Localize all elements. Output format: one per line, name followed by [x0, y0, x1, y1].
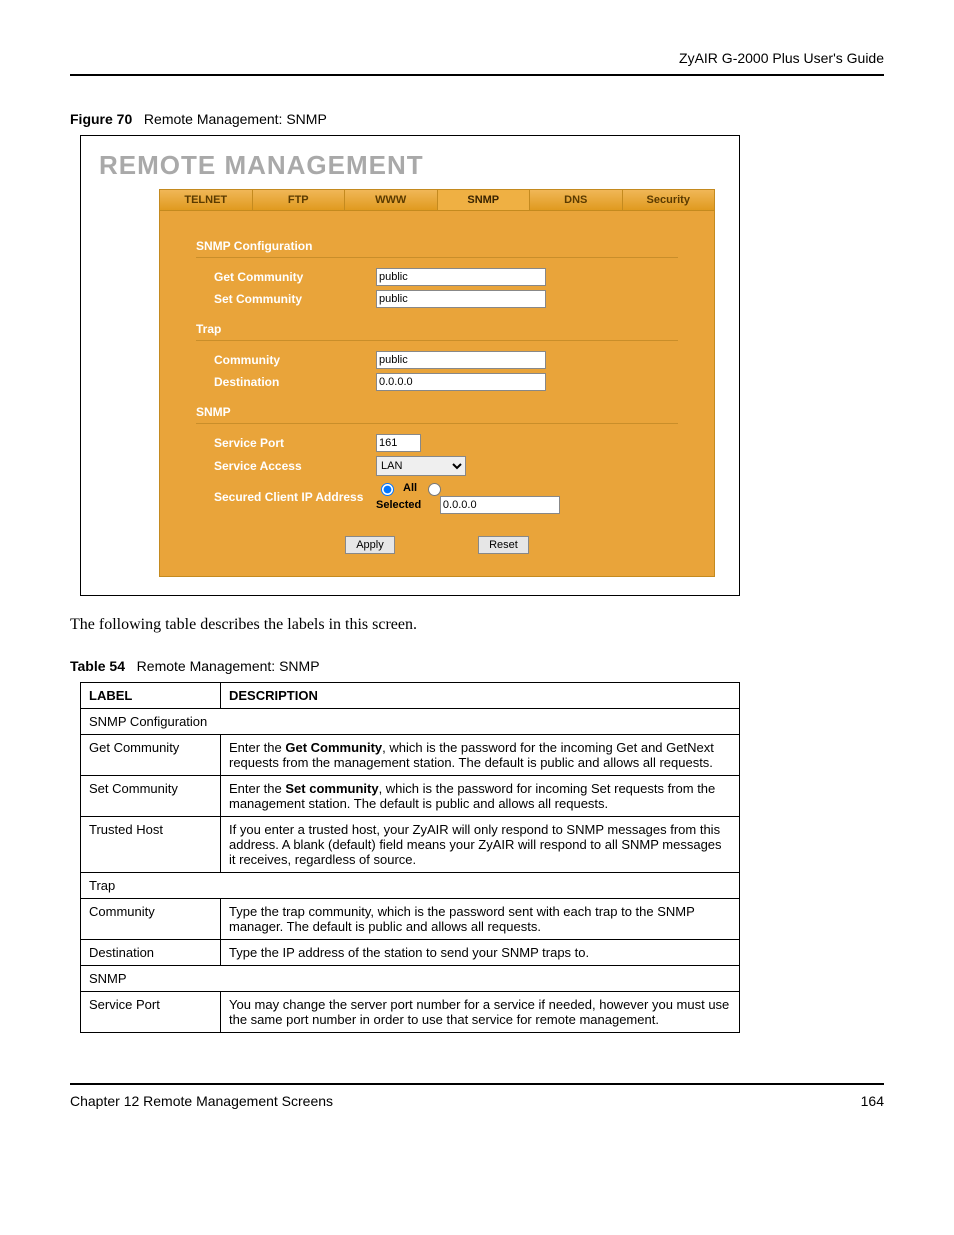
tab-dns[interactable]: DNS	[530, 190, 623, 210]
table-row: Trusted HostIf you enter a trusted host,…	[81, 817, 740, 873]
table-desc-cell: Type the trap community, which is the pa…	[221, 899, 740, 940]
table-section-cell: SNMP	[81, 966, 740, 992]
radio-selected-label: Selected	[376, 499, 421, 511]
table-label-cell: Service Port	[81, 992, 221, 1033]
table-row: Get CommunityEnter the Get Community, wh…	[81, 735, 740, 776]
tab-snmp[interactable]: SNMP	[438, 190, 531, 210]
select-service-access[interactable]: LAN	[376, 456, 466, 476]
input-trap-community[interactable]	[376, 351, 546, 369]
radio-selected[interactable]	[428, 483, 441, 496]
body-paragraph: The following table describes the labels…	[70, 616, 884, 634]
reset-button[interactable]: Reset	[478, 536, 529, 554]
label-trap-community: Community	[196, 353, 376, 367]
table-row: Set CommunityEnter the Set community, wh…	[81, 776, 740, 817]
apply-button[interactable]: Apply	[345, 536, 395, 554]
figure-label: Figure 70	[70, 111, 132, 127]
page-footer: Chapter 12 Remote Management Screens 164	[70, 1083, 884, 1109]
figure-title: Remote Management: SNMP	[144, 111, 327, 127]
table-label-cell: Destination	[81, 940, 221, 966]
table-section-cell: SNMP Configuration	[81, 709, 740, 735]
document-header: ZyAIR G-2000 Plus User's Guide	[70, 50, 884, 76]
radio-all[interactable]	[381, 483, 394, 496]
table-desc-cell: Enter the Set community, which is the pa…	[221, 776, 740, 817]
section-snmp: SNMP	[196, 405, 678, 424]
screenshot-panel: REMOTE MANAGEMENT TELNET FTP WWW SNMP DN…	[80, 135, 740, 596]
tab-security[interactable]: Security	[623, 190, 715, 210]
table-label-cell: Get Community	[81, 735, 221, 776]
tab-www[interactable]: WWW	[345, 190, 438, 210]
input-get-community[interactable]	[376, 268, 546, 286]
label-trap-destination: Destination	[196, 375, 376, 389]
label-service-access: Service Access	[196, 459, 376, 473]
tab-bar: TELNET FTP WWW SNMP DNS Security	[159, 189, 715, 211]
input-set-community[interactable]	[376, 290, 546, 308]
description-table: LABEL DESCRIPTION SNMP ConfigurationGet …	[80, 682, 740, 1033]
table-desc-cell: Enter the Get Community, which is the pa…	[221, 735, 740, 776]
input-service-port[interactable]	[376, 434, 421, 452]
page-title: REMOTE MANAGEMENT	[99, 150, 721, 181]
label-set-community: Set Community	[196, 292, 376, 306]
table-row: SNMP	[81, 966, 740, 992]
table-row: Trap	[81, 873, 740, 899]
table-desc-cell: If you enter a trusted host, your ZyAIR …	[221, 817, 740, 873]
radio-all-label: All	[403, 482, 417, 494]
th-label: LABEL	[81, 683, 221, 709]
table-label-cell: Set Community	[81, 776, 221, 817]
table-row: Service PortYou may change the server po…	[81, 992, 740, 1033]
table-row: CommunityType the trap community, which …	[81, 899, 740, 940]
figure-caption: Figure 70 Remote Management: SNMP	[70, 111, 884, 127]
form-panel: SNMP Configuration Get Community Set Com…	[159, 211, 715, 577]
table-caption: Table 54 Remote Management: SNMP	[70, 658, 884, 674]
input-trap-destination[interactable]	[376, 373, 546, 391]
label-service-port: Service Port	[196, 436, 376, 450]
section-trap: Trap	[196, 322, 678, 341]
table-label-cell: Trusted Host	[81, 817, 221, 873]
input-selected-ip[interactable]	[440, 496, 560, 514]
footer-chapter: Chapter 12 Remote Management Screens	[70, 1093, 333, 1109]
section-snmp-config: SNMP Configuration	[196, 239, 678, 258]
tab-telnet[interactable]: TELNET	[160, 190, 253, 210]
th-description: DESCRIPTION	[221, 683, 740, 709]
table-title: Remote Management: SNMP	[137, 658, 320, 674]
table-section-cell: Trap	[81, 873, 740, 899]
label-get-community: Get Community	[196, 270, 376, 284]
table-desc-cell: You may change the server port number fo…	[221, 992, 740, 1033]
table-desc-cell: Type the IP address of the station to se…	[221, 940, 740, 966]
table-label: Table 54	[70, 658, 125, 674]
tab-ftp[interactable]: FTP	[253, 190, 346, 210]
table-label-cell: Community	[81, 899, 221, 940]
table-row: DestinationType the IP address of the st…	[81, 940, 740, 966]
label-secured-ip: Secured Client IP Address	[196, 490, 376, 504]
footer-page: 164	[861, 1093, 884, 1109]
table-row: SNMP Configuration	[81, 709, 740, 735]
